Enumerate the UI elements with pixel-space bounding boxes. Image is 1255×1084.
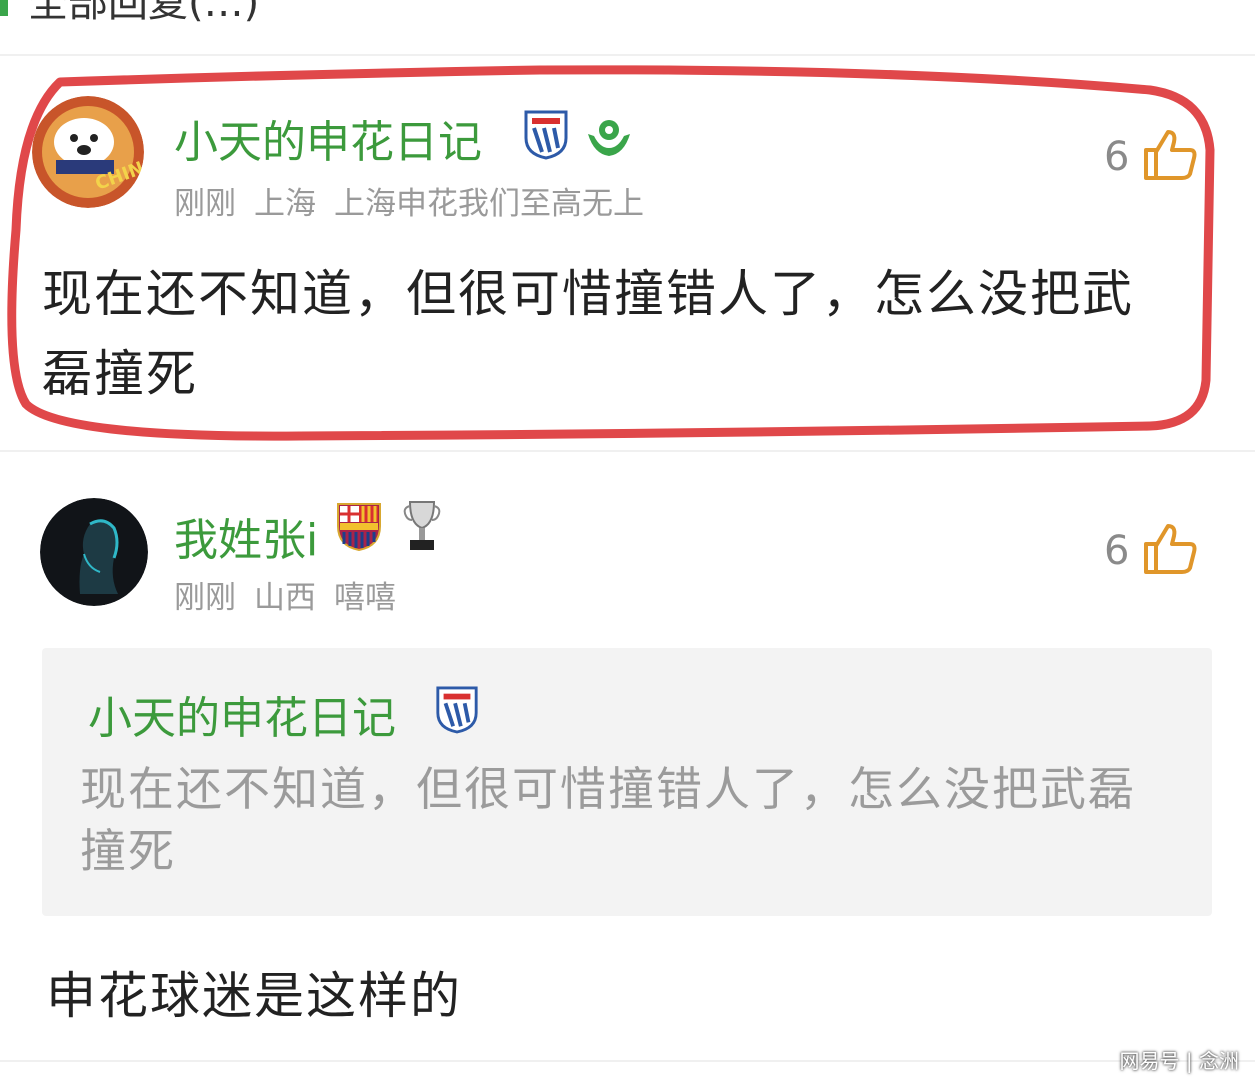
comment-body: 现在还不知道，但很可惜撞错人了，怎么没把武磊撞死 xyxy=(42,265,1134,403)
comment-meta: 刚刚 上海 上海申花我们至高无上 xyxy=(174,178,662,223)
comment-body: 申花球迷是这样的 xyxy=(46,967,462,1025)
like-count: 6 xyxy=(1104,528,1130,574)
quoted-comment[interactable]: 小天的申花日记 现在还不知道，但很可惜撞错人了，怎么没把武磊撞死 xyxy=(42,648,1212,916)
thumbs-up-icon[interactable] xyxy=(1142,522,1200,576)
username[interactable]: 我姓张i xyxy=(174,504,318,568)
fcb-crest-icon xyxy=(337,503,381,552)
username[interactable]: 小天的申花日记 xyxy=(174,106,482,170)
avatar[interactable] xyxy=(40,498,148,606)
location: 上海 xyxy=(254,186,316,222)
comment-meta: 刚刚 山西 嘻嘻 xyxy=(174,572,414,617)
divider xyxy=(0,1060,1255,1062)
like-count: 6 xyxy=(1104,134,1130,180)
user-signature: 嘻嘻 xyxy=(334,580,396,616)
timestamp: 刚刚 xyxy=(174,580,236,616)
green-ball-hands-icon xyxy=(588,120,630,156)
quoted-username[interactable]: 小天的申花日记 xyxy=(88,682,396,746)
quoted-text: 现在还不知道，但很可惜撞错人了，怎么没把武磊撞死 xyxy=(80,762,1136,878)
trophy-icon xyxy=(403,501,441,550)
thumbs-up-icon[interactable] xyxy=(1142,128,1200,182)
shenhua-shield-icon xyxy=(436,686,478,734)
comment-item: CHINA 小天的申花日记 刚刚 上海 上海申花我们至高无上 6 现在还不知道，但很… xyxy=(0,0,1255,450)
divider xyxy=(0,450,1255,452)
avatar[interactable]: CHINA xyxy=(32,96,144,208)
timestamp: 刚刚 xyxy=(174,186,236,222)
watermark: 网易号 | 念洲 xyxy=(1119,1049,1239,1073)
shenhua-shield-icon xyxy=(524,110,568,160)
user-signature: 上海申花我们至高无上 xyxy=(334,186,644,222)
location: 山西 xyxy=(254,580,316,616)
